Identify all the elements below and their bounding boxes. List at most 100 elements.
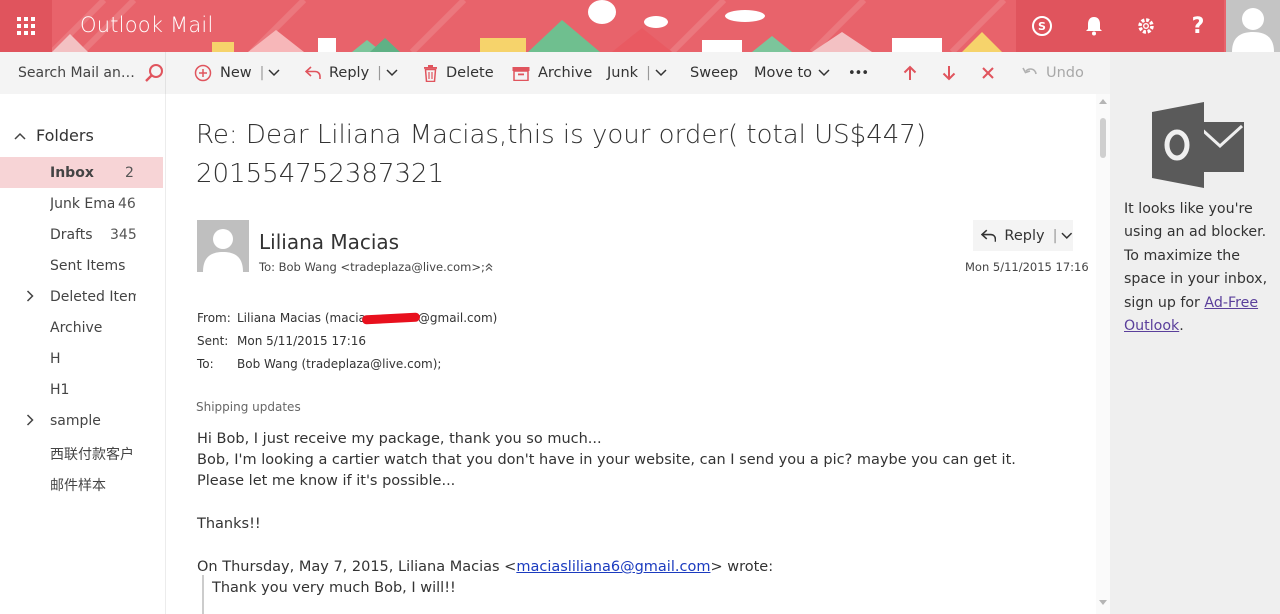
quoted-to-row: To: Bob Wang (tradeplaza@live.com); <box>197 357 441 371</box>
new-button[interactable]: New | <box>194 52 280 94</box>
move-to-button[interactable]: Move to <box>754 52 830 94</box>
separator: | <box>377 65 382 81</box>
chevron-down-icon[interactable] <box>1061 232 1073 240</box>
scroll-thumb[interactable] <box>1100 118 1106 158</box>
skype-icon: S <box>1032 16 1052 36</box>
chevron-down-icon[interactable] <box>655 69 667 77</box>
ad-panel: It looks like you're using an ad blocker… <box>1110 52 1280 614</box>
help-button[interactable]: ? <box>1172 0 1224 52</box>
chevron-down-icon[interactable] <box>268 69 280 77</box>
body-line: Please let me know if it's possible... <box>197 473 456 489</box>
folder-h1[interactable]: H1 <box>0 374 163 405</box>
app-title[interactable]: Outlook Mail <box>80 13 214 37</box>
search-box[interactable]: Search Mail and People <box>0 52 166 94</box>
folder-label: H <box>50 351 61 367</box>
plus-circle-icon <box>194 64 212 82</box>
app-launcher-button[interactable] <box>0 0 52 52</box>
archive-icon <box>512 66 530 81</box>
junk-button[interactable]: Junk | <box>607 52 667 94</box>
email-link[interactable]: maciasliliana6@gmail.com <box>516 559 710 575</box>
double-chevron-up-icon[interactable] <box>484 262 494 272</box>
reading-pane: Re: Dear Liliana Macias,this is your ord… <box>166 94 1096 614</box>
folder-label: H1 <box>50 382 70 398</box>
chevron-down-icon[interactable] <box>386 69 398 77</box>
quote-bar <box>202 575 204 614</box>
folder-junk-email[interactable]: Junk Email 46 <box>0 188 163 219</box>
reply-button[interactable]: Reply | <box>973 220 1073 251</box>
separator: | <box>646 65 651 81</box>
scroll-up-icon[interactable] <box>1099 98 1107 104</box>
sweep-button[interactable]: Sweep <box>690 52 738 94</box>
account-avatar-button[interactable] <box>1226 0 1280 52</box>
body-line: Hi Bob, I just receive my package, thank… <box>197 431 602 447</box>
folders-label: Folders <box>36 126 94 145</box>
arrow-down-icon <box>942 66 956 81</box>
folder-h[interactable]: H <box>0 343 163 374</box>
folder-label: Archive <box>50 320 103 336</box>
sent-value: Mon 5/11/2015 17:16 <box>237 334 367 348</box>
quote-intro-start: On Thursday, May 7, 2015, Liliana Macias… <box>197 559 517 575</box>
sent-key: Sent: <box>197 334 229 348</box>
folder-deleted-items[interactable]: Deleted Items <box>0 281 163 312</box>
delete-button[interactable]: Delete <box>423 52 494 94</box>
archive-button[interactable]: Archive <box>512 52 592 94</box>
folder-archive[interactable]: Archive <box>0 312 163 343</box>
settings-button[interactable] <box>1120 0 1172 52</box>
search-input[interactable]: Search Mail and People <box>18 65 140 81</box>
notifications-button[interactable] <box>1068 0 1120 52</box>
reply-icon <box>305 66 321 79</box>
chevron-right-icon[interactable] <box>26 290 34 302</box>
move-to-label: Move to <box>754 65 813 81</box>
chevron-right-icon[interactable] <box>26 414 34 426</box>
folders-header[interactable]: Folders <box>14 126 94 145</box>
message-date: Mon 5/11/2015 17:16 <box>965 260 1089 274</box>
ad-blocker-tail: . <box>1179 318 1184 335</box>
folder-label: Inbox <box>50 165 94 181</box>
sweep-label: Sweep <box>690 65 739 81</box>
folder-inbox[interactable]: Inbox 2 <box>0 157 163 188</box>
shipping-updates-label: Shipping updates <box>196 400 301 414</box>
chevron-up-icon <box>14 132 26 140</box>
to-key: To: <box>197 357 214 371</box>
close-message-button[interactable] <box>981 52 995 94</box>
body-line: Bob, I'm looking a cartier watch that yo… <box>197 452 1016 468</box>
folder-western-union-clients[interactable]: 西联付款客户 <box>0 436 163 467</box>
scroll-down-icon[interactable] <box>1099 600 1107 606</box>
command-bar: Search Mail and People New | Reply | <box>0 52 1110 94</box>
reply-toolbar-button[interactable]: Reply | <box>305 52 398 94</box>
gear-icon <box>1138 18 1154 34</box>
item-count: 345 <box>110 227 137 243</box>
folder-sent-items[interactable]: Sent Items <box>0 250 163 281</box>
folder-drafts[interactable]: Drafts 345 <box>0 219 163 250</box>
quote-intro: On Thursday, May 7, 2015, Liliana Macias… <box>197 559 773 575</box>
folder-label: Junk Email <box>50 196 114 212</box>
reading-pane-scrollbar[interactable] <box>1096 94 1110 614</box>
quoted-from-row: From: Liliana Macias (macia @gmail.com) <box>197 311 497 325</box>
arrow-up-icon <box>903 65 917 80</box>
question-icon: ? <box>1191 13 1205 39</box>
bell-icon <box>1086 17 1102 36</box>
app-header: Outlook Mail S ? <box>0 0 1280 52</box>
person-icon <box>203 229 243 272</box>
folder-label: 西联付款客户 <box>50 447 134 463</box>
to-value: Bob Wang (tradeplaza@live.com); <box>237 357 442 371</box>
folder-mail-samples[interactable]: 邮件样本 <box>0 467 163 498</box>
recipients-line: To: Bob Wang <tradeplaza@live.com>; <box>259 260 485 274</box>
folder-sample[interactable]: sample <box>0 405 163 436</box>
undo-icon <box>1022 67 1037 75</box>
archive-label: Archive <box>538 65 593 81</box>
reply-label: Reply <box>329 65 370 81</box>
quoted-sent-row: Sent: Mon 5/11/2015 17:16 <box>197 334 366 348</box>
waffle-icon <box>17 17 35 35</box>
sender-name[interactable]: Liliana Macias <box>259 230 399 254</box>
undo-button[interactable]: Undo <box>1022 52 1084 94</box>
search-icon[interactable] <box>144 63 164 83</box>
from-value-end: @gmail.com) <box>417 311 498 325</box>
chevron-down-icon <box>818 69 830 77</box>
folder-label: sample <box>50 413 101 429</box>
previous-message-button[interactable] <box>903 52 917 94</box>
unread-count: 46 <box>118 196 136 212</box>
skype-button[interactable]: S <box>1016 0 1068 52</box>
next-message-button[interactable] <box>942 52 956 94</box>
more-actions-button[interactable]: ••• <box>848 52 869 94</box>
